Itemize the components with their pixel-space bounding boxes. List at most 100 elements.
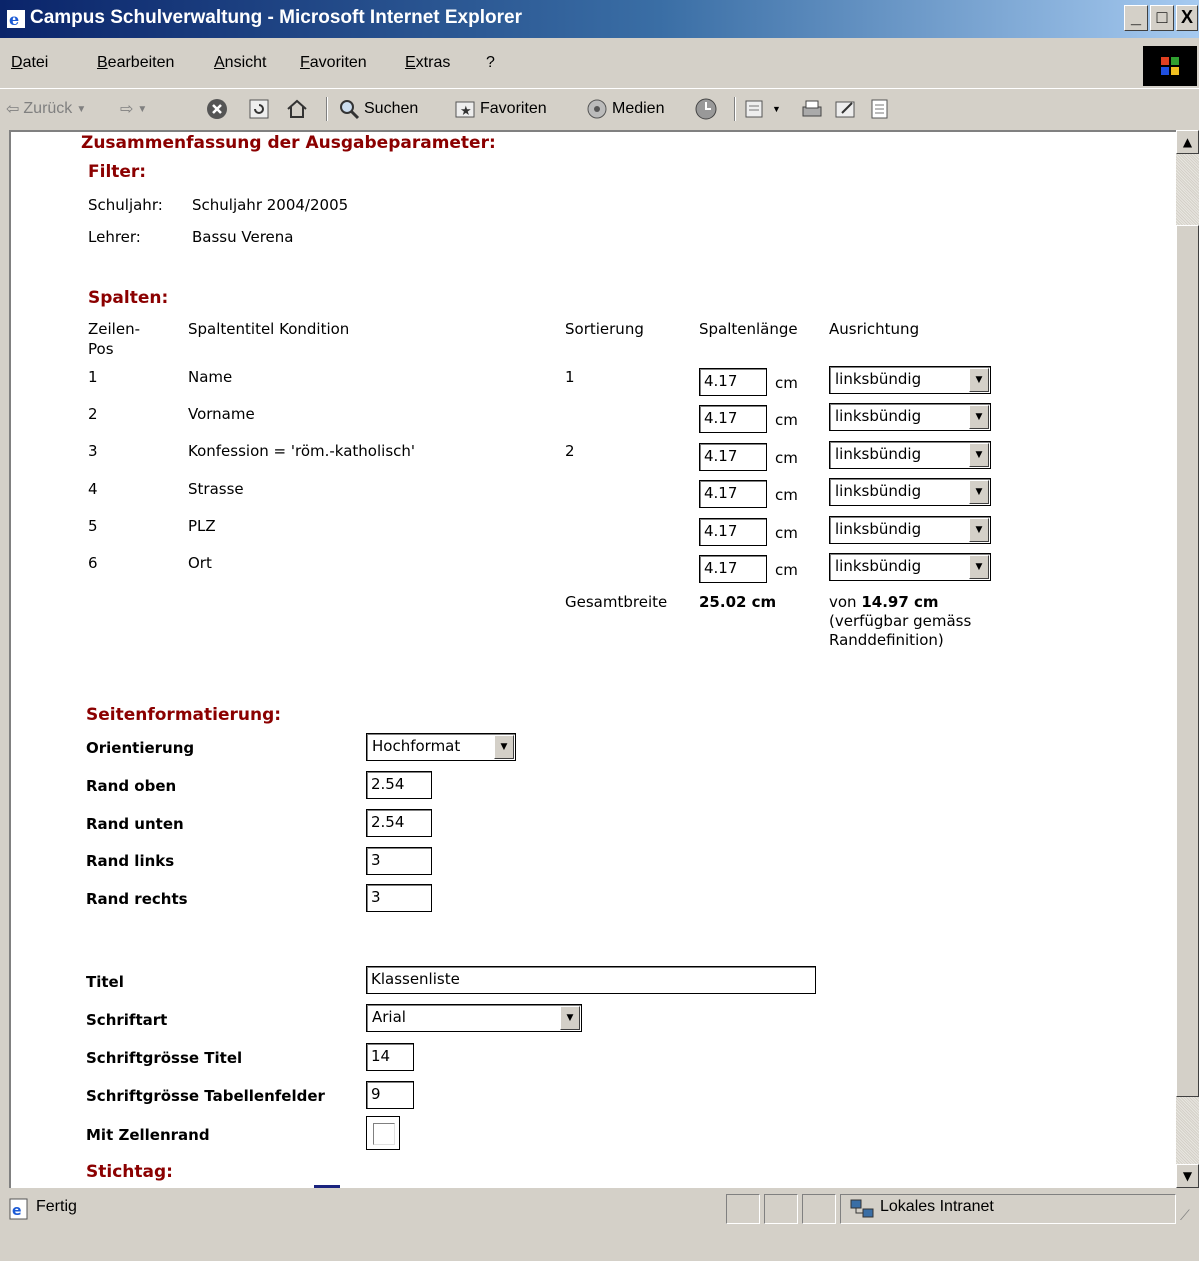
history-button[interactable] xyxy=(694,95,718,123)
row-pos: 2 xyxy=(88,405,98,423)
print-button[interactable] xyxy=(800,95,824,123)
chevron-down-icon: ▼ xyxy=(772,104,781,114)
chevron-down-icon[interactable]: ▼ xyxy=(969,518,989,542)
page-content[interactable]: Zusammenfassung der Ausgabeparameter: Fi… xyxy=(9,130,1176,1188)
row-sort: 2 xyxy=(565,442,575,460)
chevron-down-icon[interactable]: ▼ xyxy=(969,405,989,429)
windows-logo-icon xyxy=(1143,46,1197,86)
chevron-down-icon[interactable]: ▼ xyxy=(969,555,989,579)
header-title: Spaltentitel Kondition xyxy=(188,320,350,338)
svg-text:e: e xyxy=(9,10,19,29)
column-length-input[interactable]: 4.17 xyxy=(699,443,767,471)
header-align: Ausrichtung xyxy=(829,320,920,338)
column-length-input[interactable]: 4.17 xyxy=(699,480,767,508)
alignment-select[interactable]: linksbündig ▼ xyxy=(829,403,991,431)
lehrer-label: Lehrer: xyxy=(88,228,141,246)
row-title: PLZ xyxy=(188,517,216,535)
total-width-value: 25.02 cm xyxy=(699,593,777,611)
menu-datei[interactable]: Datei xyxy=(11,54,48,72)
available-note-2: Randdefinition) xyxy=(829,631,944,649)
stichtag-heading: Stichtag: xyxy=(86,1162,173,1182)
ie-icon: e xyxy=(7,10,25,29)
media-icon xyxy=(587,99,607,119)
toolbar: ⇦ Zurück ▼ ⇨ ▼ Suchen ★ Favoriten Medien… xyxy=(0,88,1199,128)
maximize-button[interactable]: □ xyxy=(1150,5,1174,31)
total-width-label: Gesamtbreite xyxy=(565,593,668,611)
forward-button[interactable]: ⇨ ▼ xyxy=(120,95,147,123)
refresh-button[interactable] xyxy=(248,95,270,123)
lehrer-value: Bassu Verena xyxy=(192,228,294,246)
row-pos: 1 xyxy=(88,368,98,386)
edit-button[interactable] xyxy=(834,95,858,123)
svg-text:★: ★ xyxy=(460,103,472,118)
scroll-down-button[interactable]: ▼ xyxy=(1176,1164,1199,1188)
forward-arrow-icon: ⇨ xyxy=(120,101,134,118)
unit-label: cm xyxy=(775,374,798,392)
stop-icon xyxy=(207,99,227,119)
svg-text:e: e xyxy=(12,1203,22,1219)
discuss-icon xyxy=(871,99,888,119)
cell-border-checkbox[interactable] xyxy=(366,1116,400,1150)
back-button[interactable]: ⇦ Zurück ▼ xyxy=(6,95,86,123)
font-select[interactable]: Arial ▼ xyxy=(366,1004,582,1032)
chevron-down-icon[interactable]: ▼ xyxy=(969,368,989,392)
menu-help[interactable]: ? xyxy=(486,54,495,72)
title-size-input[interactable]: 14 xyxy=(366,1043,414,1071)
column-length-input[interactable]: 4.17 xyxy=(699,555,767,583)
columns-heading: Spalten: xyxy=(88,288,169,308)
column-length-input[interactable]: 4.17 xyxy=(699,518,767,546)
search-button[interactable]: Suchen xyxy=(338,95,418,123)
column-length-input[interactable]: 4.17 xyxy=(699,368,767,396)
discuss-button[interactable] xyxy=(868,95,892,123)
unit-label: cm xyxy=(775,449,798,467)
title-input[interactable]: Klassenliste xyxy=(366,966,816,994)
header-pos-line1: Zeilen- xyxy=(88,320,140,338)
resize-grip[interactable]: ⟋ xyxy=(1180,1208,1190,1224)
refresh-icon xyxy=(249,99,269,119)
title-bar[interactable]: e Campus Schulverwaltung - Microsoft Int… xyxy=(0,0,1199,38)
menu-favoriten[interactable]: Favoriten xyxy=(300,54,367,72)
chevron-down-icon[interactable]: ▼ xyxy=(969,480,989,504)
row-pos: 6 xyxy=(88,554,98,572)
alignment-select[interactable]: linksbündig ▼ xyxy=(829,366,991,394)
alignment-select[interactable]: linksbündig ▼ xyxy=(829,553,991,581)
menu-bar: Datei Bearbeiten Ansicht Favoriten Extra… xyxy=(0,46,1199,86)
chevron-down-icon[interactable]: ▼ xyxy=(969,443,989,467)
column-length-input[interactable]: 4.17 xyxy=(699,405,767,433)
window-title: Campus Schulverwaltung - Microsoft Inter… xyxy=(30,7,522,28)
edit-icon xyxy=(835,101,855,118)
home-icon xyxy=(287,99,307,118)
margin-right-input[interactable]: 3 xyxy=(366,884,432,912)
stop-button[interactable] xyxy=(206,95,228,123)
scroll-thumb[interactable] xyxy=(1176,225,1199,1097)
menu-ansicht[interactable]: Ansicht xyxy=(214,54,266,72)
alignment-select[interactable]: linksbündig ▼ xyxy=(829,516,991,544)
orientation-select[interactable]: Hochformat ▼ xyxy=(366,733,516,761)
mail-button[interactable]: ▼ xyxy=(744,95,781,123)
row-title: Vorname xyxy=(188,405,255,423)
available-width: von 14.97 cm xyxy=(829,593,939,611)
filter-heading: Filter: xyxy=(88,162,147,182)
media-button[interactable]: Medien xyxy=(586,95,664,123)
chevron-down-icon[interactable]: ▼ xyxy=(560,1006,580,1030)
scroll-up-button[interactable]: ▲ xyxy=(1176,130,1199,154)
border-label: Mit Zellenrand xyxy=(86,1126,210,1144)
table-size-input[interactable]: 9 xyxy=(366,1081,414,1109)
margin-right-label: Rand rechts xyxy=(86,890,188,908)
menu-bearbeiten[interactable]: Bearbeiten xyxy=(97,54,174,72)
margin-left-input[interactable]: 3 xyxy=(366,847,432,875)
favorites-button[interactable]: ★ Favoriten xyxy=(454,95,547,123)
row-pos: 3 xyxy=(88,442,98,460)
minimize-button[interactable]: _ xyxy=(1124,5,1148,31)
alignment-select[interactable]: linksbündig ▼ xyxy=(829,478,991,506)
home-button[interactable] xyxy=(286,95,308,123)
available-note-1: (verfügbar gemäss xyxy=(829,612,972,630)
margin-top-input[interactable]: 2.54 xyxy=(366,771,432,799)
close-button[interactable]: X xyxy=(1176,5,1198,31)
margin-bottom-input[interactable]: 2.54 xyxy=(366,809,432,837)
chevron-down-icon[interactable]: ▼ xyxy=(494,735,514,759)
vertical-scrollbar[interactable]: ▲ ▼ xyxy=(1176,130,1199,1188)
alignment-select[interactable]: linksbündig ▼ xyxy=(829,441,991,469)
menu-extras[interactable]: Extras xyxy=(405,54,450,72)
margin-top-label: Rand oben xyxy=(86,777,177,795)
